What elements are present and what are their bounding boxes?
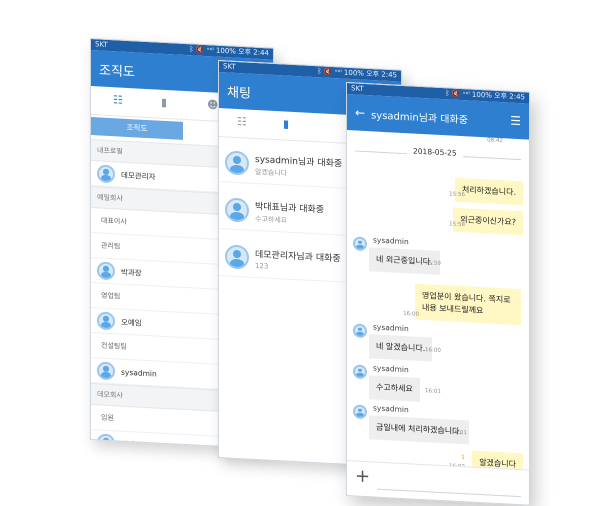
- back-arrow-icon[interactable]: ←: [355, 105, 365, 120]
- sender-name: sysadmin: [373, 363, 409, 375]
- org-person-name: 박대표: [121, 439, 142, 450]
- message-time: 16:01: [425, 388, 441, 395]
- sender-name: sysadmin: [373, 235, 409, 247]
- date-label: 2018-05-25: [407, 146, 463, 159]
- plus-icon[interactable]: +: [355, 465, 370, 487]
- message-time: 16:01: [451, 429, 467, 437]
- avatar: [353, 323, 367, 339]
- chat-room-text: 데모관리자님과 대화중 123: [255, 246, 341, 273]
- avatar: [353, 236, 367, 252]
- chat-icon[interactable]: ▮: [283, 117, 289, 130]
- chat-room-last-message: 123: [255, 261, 269, 271]
- menu-icon[interactable]: ☰: [510, 114, 521, 129]
- org-dept-label: 대표이사: [101, 216, 127, 226]
- avatar: [97, 261, 115, 281]
- message-time: 15:59: [425, 260, 441, 267]
- chat-room-last-message: 알겠습니다: [255, 167, 288, 178]
- chat-room-text: sysadmin님과 대화중 알겠습니다: [255, 151, 342, 181]
- page-title: 조직도: [99, 62, 135, 80]
- message-time: 16:00: [403, 310, 419, 318]
- org-dept-label: 임원: [101, 413, 114, 423]
- unread-count: 1: [461, 454, 465, 462]
- sender-name: sysadmin: [373, 322, 409, 334]
- message-input[interactable]: [377, 470, 521, 498]
- person-icon[interactable]: ☻: [207, 98, 218, 112]
- avatar: [97, 433, 115, 450]
- org-dept-label: 관리팀: [101, 241, 121, 251]
- message-time: 08:42: [487, 137, 503, 145]
- org-section-label: 데모회사: [97, 390, 123, 400]
- sender-name: sysadmin: [373, 403, 409, 415]
- avatar: [225, 150, 249, 176]
- avatar: [97, 164, 115, 184]
- org-tree-icon[interactable]: ☷: [113, 93, 123, 107]
- chat-screen: SKT ᛒ 🔇 ᵛᵒˡ 100% 오후 2:45 ← sysadmin님과 대화…: [346, 82, 530, 506]
- page-title: sysadmin님과 대화중: [371, 109, 468, 126]
- avatar: [225, 197, 249, 223]
- message-bubble: 수고하세요: [369, 375, 420, 402]
- org-section-label: 내프로필: [97, 146, 123, 156]
- org-dept-label: 영업팀: [101, 291, 121, 301]
- org-section-label: 예일회사: [97, 193, 123, 203]
- carrier-label: SKT: [351, 84, 364, 93]
- avatar: [353, 364, 367, 380]
- message-bubble: 영업분이 왔습니다. 쪽지로 내용 보내드릴께요: [415, 283, 521, 326]
- chat-icon[interactable]: ▮: [161, 96, 167, 109]
- org-dept-label: 컨설팅팀: [101, 341, 127, 351]
- tab-org-active[interactable]: 조직도: [91, 117, 183, 140]
- avatar: [97, 311, 115, 331]
- message-time: 15:58: [449, 221, 465, 229]
- message-time: 15:56: [449, 191, 465, 199]
- org-tree-icon[interactable]: ☷: [237, 115, 247, 129]
- org-person-name: 박과장: [121, 267, 142, 278]
- avatar: [97, 361, 115, 381]
- avatar: [225, 244, 249, 270]
- chat-room-last-message: 수고하세요: [255, 214, 288, 225]
- carrier-label: SKT: [95, 40, 108, 49]
- org-person-name: sysadmin: [121, 367, 157, 378]
- message-area: 08:42 2018-05-25 처리하겠습니다. 15:56 외근중이신가요? 15…: [347, 130, 529, 502]
- chat-room-name: 박대표님과 대화중: [255, 201, 325, 216]
- avatar: [353, 404, 367, 420]
- page-title: 채팅: [227, 84, 251, 102]
- message-bubble: 처리하겠습니다.: [454, 177, 523, 206]
- message-bubble: 네 알겠습니다.: [369, 334, 433, 362]
- org-person-name: 오예임: [121, 317, 142, 328]
- message-time: 16:00: [425, 347, 441, 354]
- chat-room-text: 박대표님과 대화중 수고하세요: [255, 198, 324, 227]
- carrier-label: SKT: [223, 62, 236, 71]
- org-person-name: 데모관리자: [121, 170, 156, 181]
